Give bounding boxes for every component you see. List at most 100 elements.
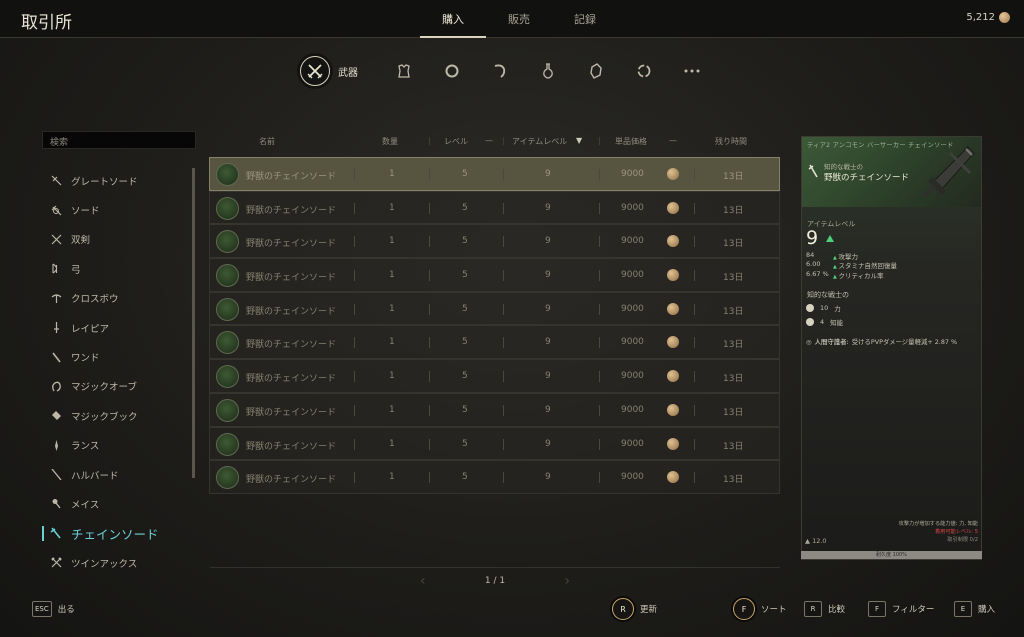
table-row[interactable]: 野獣のチェインソード 1 5 9 9000 13日	[209, 426, 780, 461]
stat-value: 84	[806, 251, 815, 259]
table-row[interactable]: 野獣のチェインソード 1 5 9 9000 13日	[209, 157, 780, 191]
coin-icon	[667, 370, 679, 383]
row-name: 野獣のチェインソード	[246, 374, 337, 385]
column-quantity[interactable]: 数量	[382, 136, 398, 147]
column-name[interactable]: 名前	[259, 136, 275, 147]
table-row[interactable]: 野獣のチェインソード 1 5 9 9000 13日	[209, 460, 780, 494]
column-divider	[429, 404, 430, 416]
bow-icon	[50, 263, 62, 275]
sidebar-item-lance[interactable]: ランス	[42, 431, 192, 460]
column-divider	[694, 303, 695, 315]
stat-label: スタミナ自然回復量	[833, 260, 897, 270]
table-row[interactable]: 野獣のチェインソード 1 5 9 9000 13日	[209, 190, 780, 225]
sidebar-item-halberd[interactable]: ハルバード	[42, 460, 192, 489]
exit-button[interactable]: ESC 出る	[32, 601, 75, 617]
hook-icon[interactable]	[476, 56, 524, 86]
stat-row: 6.67 % クリティカル率	[806, 270, 897, 280]
column-divider	[429, 337, 430, 349]
column-divider	[599, 404, 600, 416]
sort-desc-icon[interactable]: ▼	[576, 136, 582, 145]
sidebar-item-twin-axe[interactable]: ツインアックス	[42, 548, 192, 577]
column-divider	[429, 169, 430, 180]
ring-icon[interactable]	[428, 56, 476, 86]
column-divider	[599, 371, 600, 383]
compare-button[interactable]: R 比較	[804, 601, 845, 617]
sidebar-item-label: ツインアックス	[71, 558, 138, 570]
sidebar-item-magic-orb[interactable]: マジックオーブ	[42, 372, 192, 401]
search-input[interactable]: 検索	[42, 131, 196, 149]
sidebar-item-magic-book[interactable]: マジックブック	[42, 401, 192, 430]
sort-button[interactable]: F ソート	[733, 598, 787, 620]
pagination: ‹ 1 / 1 ›	[420, 573, 570, 589]
sidebar-item-sword[interactable]: ソード	[42, 195, 192, 224]
prev-page-icon[interactable]: ‹	[420, 573, 426, 589]
crossbow-icon	[50, 292, 62, 304]
tab-buy[interactable]: 購入	[420, 11, 486, 38]
rapier-icon	[50, 322, 62, 334]
row-price: 9000	[621, 236, 644, 247]
table-row[interactable]: 野獣のチェインソード 1 5 9 9000 13日	[209, 224, 780, 259]
potion-icon[interactable]	[524, 56, 572, 86]
row-item-level: 9	[545, 371, 551, 382]
recycle-icon[interactable]	[620, 56, 668, 86]
sidebar-item-chainsword[interactable]: チェインソード	[42, 519, 192, 548]
table-row[interactable]: 野獣のチェインソード 1 5 9 9000 13日	[209, 325, 780, 360]
required-level: 着用可能レベル: 5	[934, 529, 978, 535]
row-price: 9000	[621, 337, 644, 348]
weight-value: 12.0	[812, 537, 827, 545]
buy-button[interactable]: E 購入	[954, 601, 995, 617]
category-weapon[interactable]: 武器	[300, 56, 358, 86]
refresh-button[interactable]: R 更新	[612, 598, 657, 620]
sidebar-item-mace[interactable]: メイス	[42, 489, 192, 518]
sidebar-item-crossbow[interactable]: クロスボウ	[42, 284, 192, 313]
sidebar-item-greatsword[interactable]: グレートソード	[42, 166, 192, 195]
row-price: 9000	[621, 472, 644, 483]
mace-icon	[50, 498, 62, 510]
item-requirements: 攻撃力が増加する能力値: 力, 知能 着用可能レベル: 5 取引制限 0/2	[899, 520, 978, 544]
column-divider	[503, 236, 504, 248]
column-time-left[interactable]: 残り時間	[715, 136, 747, 147]
more-icon[interactable]	[668, 56, 716, 86]
table-row[interactable]: 野獣のチェインソード 1 5 9 9000 13日	[209, 359, 780, 393]
sort-neutral-icon[interactable]: —	[485, 136, 493, 145]
sidebar-item-dual-blades[interactable]: 双剣	[42, 225, 192, 254]
currency-amount: 5,212	[966, 12, 995, 23]
sidebar-scrollbar[interactable]	[192, 168, 195, 478]
chainsword-item-icon	[216, 365, 239, 389]
tab-history[interactable]: 記録	[552, 11, 618, 38]
stat-label: クリティカル率	[833, 270, 883, 280]
special-trait-text: 受けるPVPダメージ量軽減+ 2.87 %	[851, 338, 958, 346]
column-divider	[503, 404, 504, 416]
row-qty: 1	[389, 236, 395, 247]
column-item-level[interactable]: アイテムレベル	[512, 136, 567, 147]
row-price: 9000	[621, 438, 644, 449]
sword-icon	[50, 204, 62, 216]
tab-sell[interactable]: 販売	[486, 11, 552, 38]
next-page-icon[interactable]: ›	[564, 573, 570, 589]
row-item-level: 9	[545, 270, 551, 281]
row-time: 13日	[723, 306, 744, 317]
sidebar-item-label: クロスボウ	[71, 294, 119, 306]
sidebar-item-bow[interactable]: 弓	[42, 254, 192, 283]
sort-neutral-icon[interactable]: —	[669, 136, 677, 145]
column-divider: |	[502, 136, 505, 145]
column-divider	[354, 371, 355, 383]
table-row[interactable]: 野獣のチェインソード 1 5 9 9000 13日	[209, 258, 780, 292]
column-level[interactable]: レベル	[444, 136, 468, 147]
coin-icon	[667, 403, 679, 416]
sidebar-item-wand[interactable]: ワンド	[42, 342, 192, 371]
attribute-row: 10 力	[806, 303, 841, 313]
table-row[interactable]: 野獣のチェインソード 1 5 9 9000 13日	[209, 392, 780, 427]
column-divider	[503, 303, 504, 315]
column-divider	[429, 270, 430, 282]
armor-icon[interactable]	[380, 56, 428, 86]
table-row[interactable]: 野獣のチェインソード 1 5 9 9000 13日	[209, 291, 780, 326]
column-unit-price[interactable]: 単品価格	[615, 136, 647, 147]
key-f: F	[733, 598, 755, 620]
wand-icon	[50, 351, 62, 363]
sidebar-item-label: マジックオーブ	[71, 382, 137, 394]
filter-button[interactable]: F フィルター	[868, 601, 934, 617]
crystal-icon[interactable]	[572, 56, 620, 86]
sidebar-item-rapier[interactable]: レイピア	[42, 313, 192, 342]
row-price: 9000	[621, 270, 644, 281]
